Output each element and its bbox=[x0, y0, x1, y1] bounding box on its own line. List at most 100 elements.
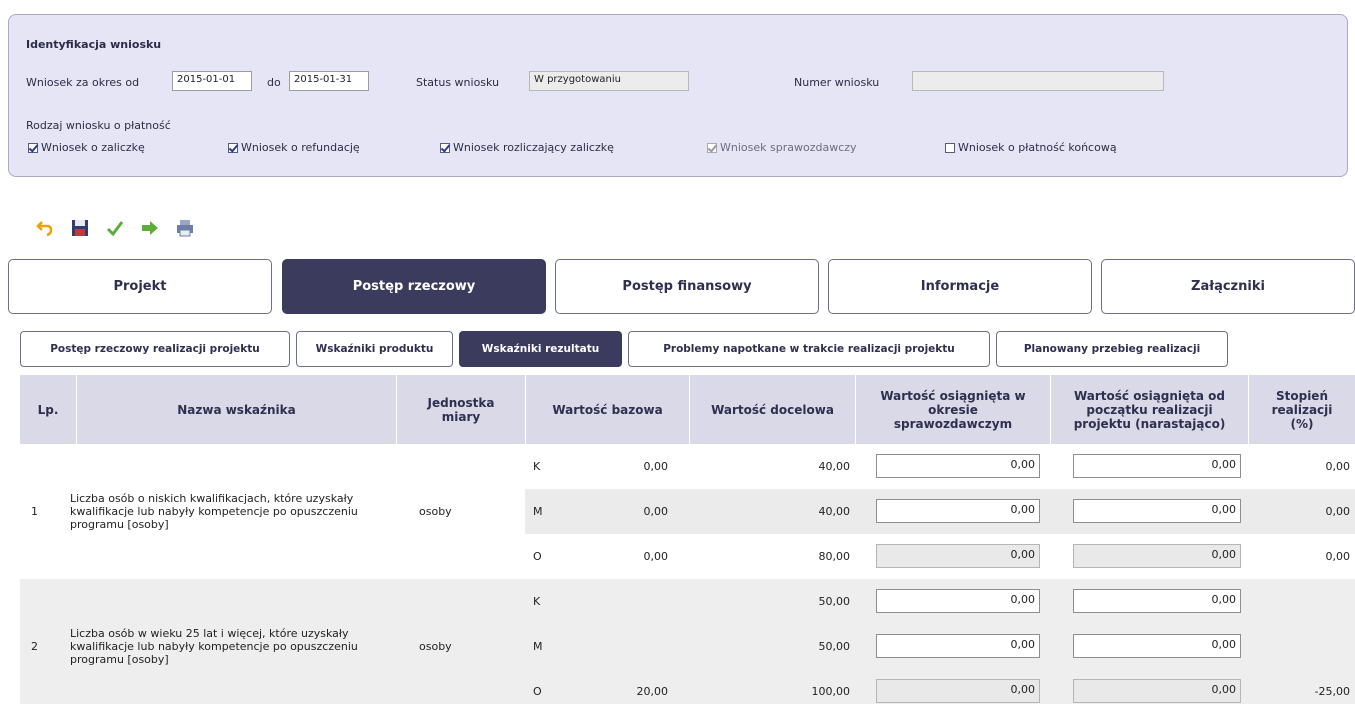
header-cumulative: Wartość osiągnięta od początku realizacj… bbox=[1051, 375, 1248, 444]
header-target: Wartość docelowa bbox=[690, 375, 855, 444]
subtab-label: Planowany przebieg realizacji bbox=[1023, 343, 1201, 355]
toolbar bbox=[34, 217, 196, 239]
header-lp: Lp. bbox=[20, 375, 76, 444]
tab-label: Informacje bbox=[920, 279, 1000, 294]
subtab-problemy[interactable]: Problemy napotkane w trakcie realizacji … bbox=[628, 331, 990, 367]
period-to-label: do bbox=[267, 76, 281, 89]
validate-icon[interactable] bbox=[104, 217, 126, 239]
subtab-wskazniki-rezultatu[interactable]: Wskaźniki rezultatu bbox=[459, 331, 622, 367]
target-value: 50,00 bbox=[818, 640, 851, 653]
degree-value: 0,00 bbox=[1325, 505, 1351, 518]
degree-value: -25,00 bbox=[1314, 685, 1350, 698]
period-value-input: 0,00 bbox=[876, 544, 1040, 568]
base-value: 0,00 bbox=[643, 550, 669, 563]
header-unit: Jednostka miary bbox=[397, 375, 525, 444]
tab-label: Postęp rzeczowy bbox=[352, 279, 476, 294]
period-value-input: 0,00 bbox=[876, 679, 1040, 703]
tab-zalaczniki[interactable]: Załączniki bbox=[1101, 259, 1355, 314]
status-field: W przygotowaniu bbox=[529, 71, 689, 91]
tab-postep-finansowy[interactable]: Postęp finansowy bbox=[555, 259, 819, 314]
gender-label: M bbox=[533, 640, 543, 653]
save-icon[interactable] bbox=[69, 217, 91, 239]
undo-icon[interactable] bbox=[34, 217, 56, 239]
gender-label: O bbox=[533, 685, 542, 698]
indicator-lp: 2 bbox=[31, 640, 38, 653]
tab-informacje[interactable]: Informacje bbox=[828, 259, 1092, 314]
period-value-input[interactable]: 0,00 bbox=[876, 454, 1040, 478]
checkbox-label: Wniosek sprawozdawczy bbox=[720, 141, 857, 154]
identification-panel: Identyfikacja wniosku Wniosek za okres o… bbox=[8, 14, 1348, 177]
header-base: Wartość bazowa bbox=[526, 375, 689, 444]
subtab-wskazniki-produktu[interactable]: Wskaźniki produktu bbox=[296, 331, 453, 367]
subtab-label: Wskaźniki produktu bbox=[315, 343, 434, 355]
indicator-unit: osoby bbox=[419, 640, 452, 653]
checkbox-label: Wniosek rozliczający zaliczkę bbox=[453, 141, 614, 154]
checkbox-label: Wniosek o płatność końcową bbox=[958, 141, 1117, 154]
base-value: 20,00 bbox=[636, 685, 669, 698]
header-degree: Stopień realizacji (%) bbox=[1249, 375, 1355, 444]
identification-title: Identyfikacja wniosku bbox=[26, 38, 162, 51]
degree-value bbox=[1260, 624, 1350, 669]
period-value-input[interactable]: 0,00 bbox=[876, 589, 1040, 613]
type-checkbox-3: Wniosek sprawozdawczy bbox=[707, 141, 857, 154]
type-checkbox-0[interactable]: Wniosek o zaliczkę bbox=[28, 141, 145, 154]
checkbox-icon[interactable] bbox=[440, 142, 450, 153]
number-field bbox=[912, 71, 1164, 91]
cumulative-value-input[interactable]: 0,00 bbox=[1073, 499, 1241, 523]
subtab-label: Problemy napotkane w trakcie realizacji … bbox=[663, 343, 955, 355]
header-name: Nazwa wskaźnika bbox=[77, 375, 396, 444]
checkbox-icon[interactable] bbox=[945, 142, 955, 153]
subtab-postep-rzeczowy-realizacji[interactable]: Postęp rzeczowy realizacji projektu bbox=[20, 331, 290, 367]
period-value-input[interactable]: 0,00 bbox=[876, 499, 1040, 523]
indicator-name: Liczba osób o niskich kwalifikacjach, kt… bbox=[70, 491, 358, 531]
cumulative-value-input[interactable]: 0,00 bbox=[1073, 454, 1241, 478]
gender-label: K bbox=[533, 595, 541, 608]
subtab-label: Wskaźniki rezultatu bbox=[481, 343, 600, 355]
base-value bbox=[580, 579, 668, 624]
gender-label: K bbox=[533, 460, 541, 473]
print-icon[interactable] bbox=[174, 217, 196, 239]
indicator-unit: osoby bbox=[419, 505, 452, 518]
gender-label: M bbox=[533, 505, 543, 518]
checkbox-icon bbox=[707, 142, 717, 153]
cumulative-value-input[interactable]: 0,00 bbox=[1073, 634, 1241, 658]
indicator-name: Liczba osób w wieku 25 lat i więcej, któ… bbox=[70, 626, 358, 666]
period-value-input[interactable]: 0,00 bbox=[876, 634, 1040, 658]
header-period: Wartość osiągnięta w okresie sprawozdawc… bbox=[856, 375, 1050, 444]
cumulative-value-input[interactable]: 0,00 bbox=[1073, 589, 1241, 613]
subtab-planowany-przebieg[interactable]: Planowany przebieg realizacji bbox=[996, 331, 1228, 367]
checkbox-label: Wniosek o zaliczkę bbox=[41, 141, 145, 154]
subtab-label: Postęp rzeczowy realizacji projektu bbox=[50, 343, 260, 355]
base-value: 0,00 bbox=[643, 505, 669, 518]
checkbox-icon[interactable] bbox=[28, 142, 38, 153]
indicator-lp: 1 bbox=[31, 505, 38, 518]
tab-postep-rzeczowy[interactable]: Postęp rzeczowy bbox=[282, 259, 546, 314]
tab-label: Projekt bbox=[113, 279, 167, 294]
cumulative-value-input: 0,00 bbox=[1073, 544, 1241, 568]
checkbox-label: Wniosek o refundację bbox=[241, 141, 360, 154]
target-value: 40,00 bbox=[818, 460, 851, 473]
period-to-field[interactable]: 2015-01-31 bbox=[289, 71, 369, 91]
type-label: Rodzaj wniosku o płatność bbox=[26, 119, 171, 132]
target-value: 40,00 bbox=[818, 505, 851, 518]
status-label: Status wniosku bbox=[416, 76, 500, 89]
submit-icon[interactable] bbox=[139, 217, 161, 239]
type-checkbox-2[interactable]: Wniosek rozliczający zaliczkę bbox=[440, 141, 614, 154]
number-label: Numer wniosku bbox=[794, 76, 880, 89]
degree-value: 0,00 bbox=[1325, 460, 1351, 473]
type-checkbox-4[interactable]: Wniosek o płatność końcową bbox=[945, 141, 1117, 154]
type-checkbox-1[interactable]: Wniosek o refundację bbox=[228, 141, 360, 154]
degree-value: 0,00 bbox=[1325, 550, 1351, 563]
checkbox-icon[interactable] bbox=[228, 142, 238, 153]
degree-value bbox=[1260, 579, 1350, 624]
target-value: 50,00 bbox=[818, 595, 851, 608]
period-from-label: Wniosek za okres od bbox=[26, 76, 140, 89]
gender-label: O bbox=[533, 550, 542, 563]
base-value: 0,00 bbox=[643, 460, 669, 473]
base-value bbox=[580, 624, 668, 669]
tab-projekt[interactable]: Projekt bbox=[8, 259, 272, 314]
target-value: 100,00 bbox=[811, 685, 851, 698]
cumulative-value-input: 0,00 bbox=[1073, 679, 1241, 703]
period-from-field[interactable]: 2015-01-01 bbox=[172, 71, 252, 91]
tab-label: Postęp finansowy bbox=[622, 279, 752, 294]
